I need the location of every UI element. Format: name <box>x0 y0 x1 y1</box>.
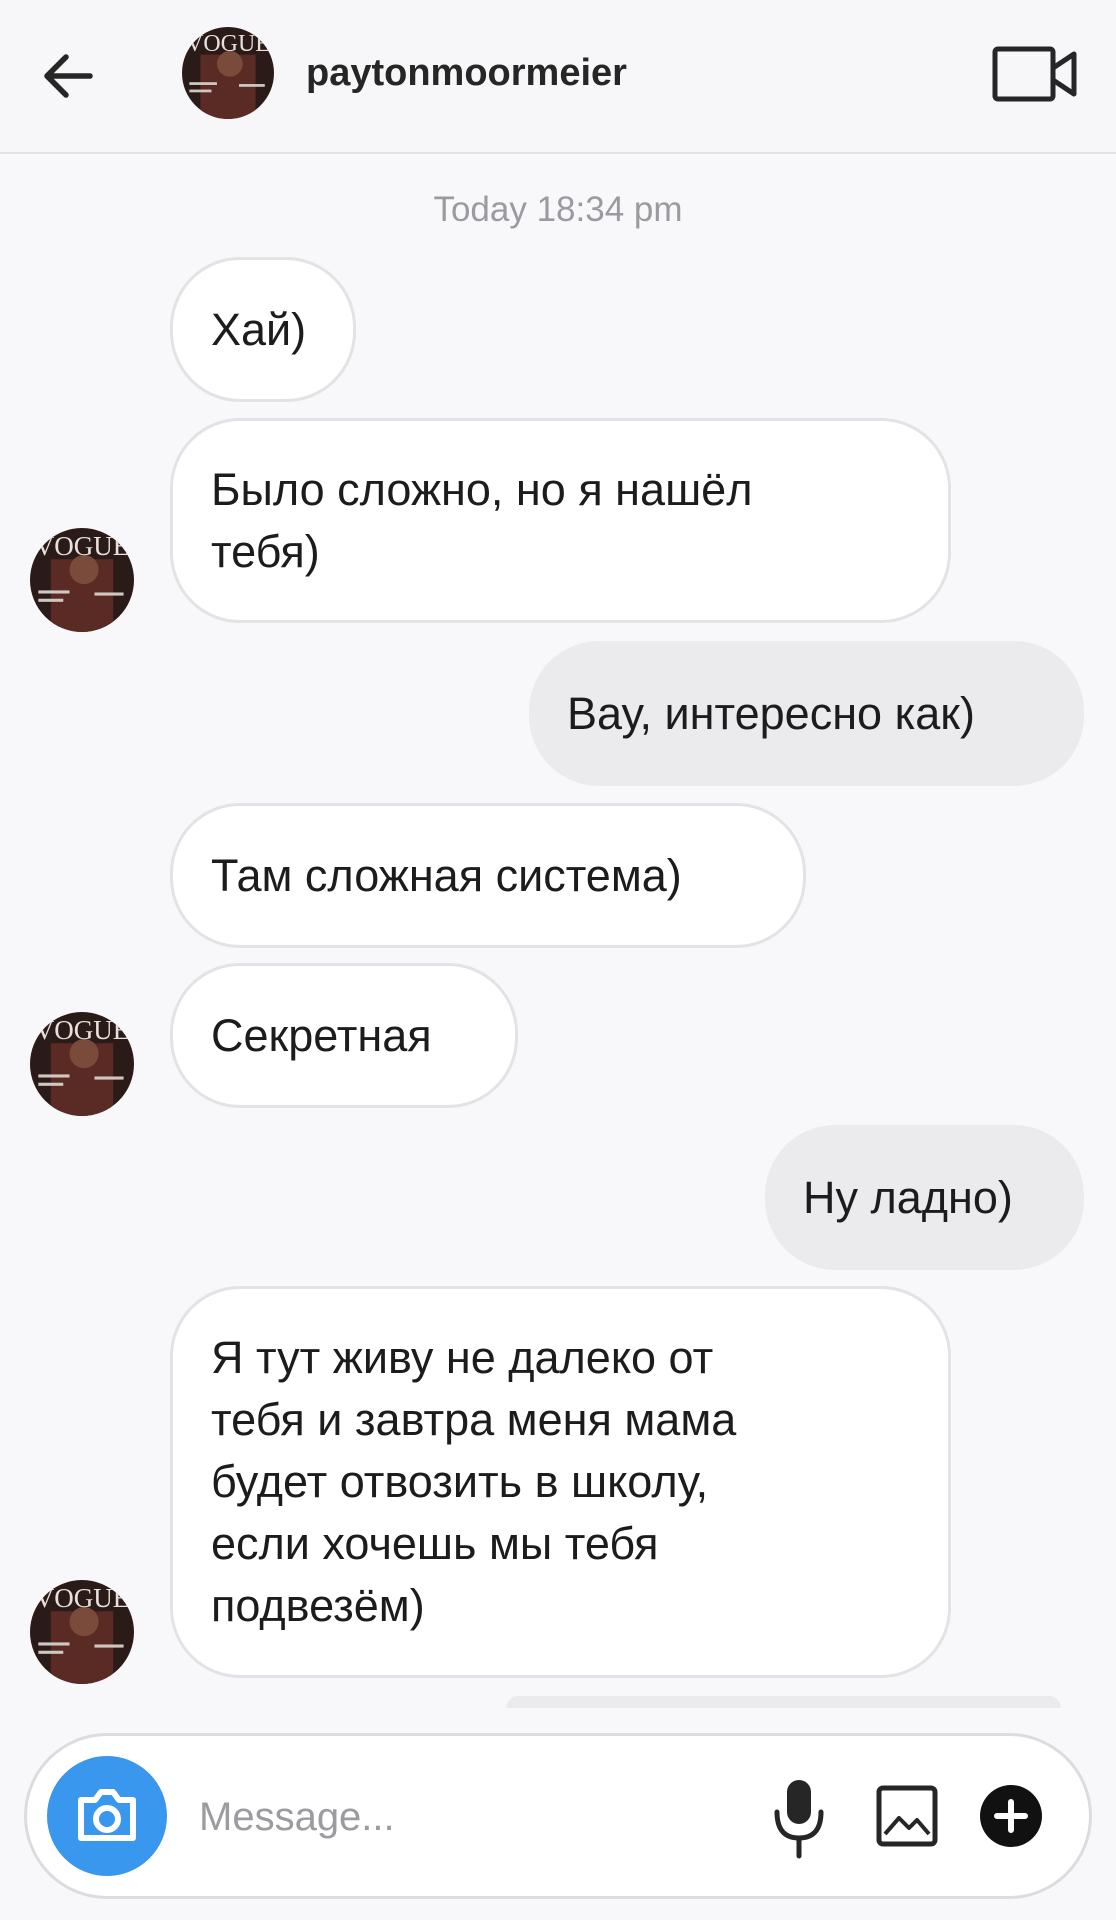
vogue-logo-text: VOGUE <box>35 531 130 561</box>
sender-avatar[interactable]: VOGUE <box>30 1580 134 1684</box>
back-button[interactable] <box>38 44 102 108</box>
video-camera-icon <box>992 46 1077 102</box>
gallery-button[interactable] <box>875 1784 939 1848</box>
message-text: Я тут живу не далеко от тебя и завтра ме… <box>211 1332 737 1631</box>
message-text: Хай) <box>211 303 307 355</box>
outgoing-message[interactable]: Вау, интересно как) <box>529 641 1084 786</box>
vogue-logo-text: VOGUE <box>35 1015 130 1045</box>
sender-avatar[interactable]: VOGUE <box>30 1012 134 1116</box>
image-gallery-icon <box>876 1785 938 1847</box>
video-call-button[interactable] <box>992 46 1078 102</box>
chat-username[interactable]: paytonmoormeier <box>306 52 627 95</box>
message-text: Секретная <box>211 1009 432 1061</box>
incoming-message[interactable]: Было сложно, но я нашёл тебя) <box>170 418 951 623</box>
microphone-icon <box>774 1780 824 1859</box>
incoming-message[interactable]: Там сложная система) <box>170 803 806 948</box>
camera-icon <box>78 1789 136 1841</box>
arrow-left-icon <box>44 54 93 98</box>
vogue-logo-text: VOGUE <box>35 1583 130 1613</box>
camera-button[interactable] <box>47 1756 167 1876</box>
chat-header: VOGUE paytonmoormeier <box>0 0 1116 154</box>
vogue-logo-text: VOGUE <box>186 31 270 57</box>
message-composer <box>24 1733 1092 1899</box>
plus-circle-icon <box>980 1785 1042 1847</box>
incoming-message[interactable]: Я тут живу не далеко от тебя и завтра ме… <box>170 1286 951 1678</box>
message-text: Там сложная система) <box>211 849 682 901</box>
message-input[interactable] <box>197 1778 761 1856</box>
header-avatar[interactable]: VOGUE <box>182 27 274 119</box>
microphone-button[interactable] <box>771 1776 827 1862</box>
chat-timestamp: Today 18:34 pm <box>433 190 683 229</box>
sender-avatar[interactable]: VOGUE <box>30 528 134 632</box>
incoming-message[interactable]: Хай) <box>170 257 356 402</box>
more-button[interactable] <box>979 1784 1043 1848</box>
message-text: Было сложно, но я нашёл тебя) <box>211 463 753 577</box>
outgoing-message[interactable]: Ну ладно) <box>765 1125 1084 1270</box>
message-text: Вау, интересно как) <box>567 687 975 739</box>
outgoing-message-partial[interactable] <box>506 1696 1061 1708</box>
message-text: Ну ладно) <box>803 1171 1013 1223</box>
incoming-message[interactable]: Секретная <box>170 963 518 1108</box>
